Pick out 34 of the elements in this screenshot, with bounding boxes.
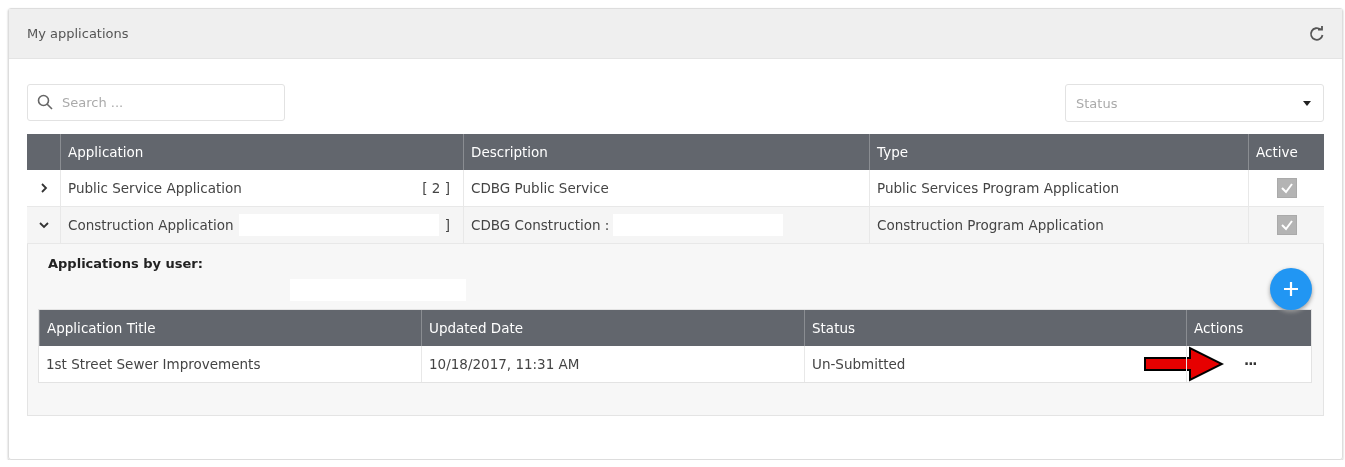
check-icon [1279,218,1294,232]
arrow-icon [1144,346,1224,382]
table-cell: 10/18/2017, 11:31 AM [429,356,580,372]
search-icon [37,94,53,110]
panel-title: My applications [27,26,129,41]
table-cell: CDBG Construction : [471,217,610,233]
column-header: Description [471,144,548,160]
column-header: Type [877,144,908,160]
plus-icon [1283,281,1299,297]
table-cell: Un-Submitted [812,356,906,372]
column-header: Actions [1194,320,1244,336]
table-cell: Construction Program Application [877,217,1104,233]
application-count: ] [444,217,450,233]
table-cell: Public Services Program Application [877,180,1120,196]
check-icon [1279,181,1294,195]
more-button[interactable]: ··· [1244,356,1257,372]
column-header: Active [1256,144,1298,160]
column-header: Application Title [47,320,156,336]
table-cell: 1st Street Sewer Improvements [46,356,261,372]
chevron-down-icon[interactable] [37,219,50,231]
checkbox[interactable] [1276,215,1297,235]
add-button[interactable] [1270,268,1312,310]
application-name: Construction Application [68,217,234,233]
column-header: Updated Date [429,320,524,336]
table-cell: CDBG Public Service [471,180,609,196]
column-header: Application [68,144,144,160]
column-header: Status [812,320,856,336]
search-field[interactable]: Search ... [27,84,285,121]
section-heading: Applications by user: [47,256,204,271]
refresh-icon[interactable] [1308,24,1326,43]
application-count: [ 2 ] [422,180,450,196]
application-name: Public Service Application [68,180,242,196]
caret-icon [1303,100,1311,106]
checkbox[interactable] [1276,178,1297,198]
